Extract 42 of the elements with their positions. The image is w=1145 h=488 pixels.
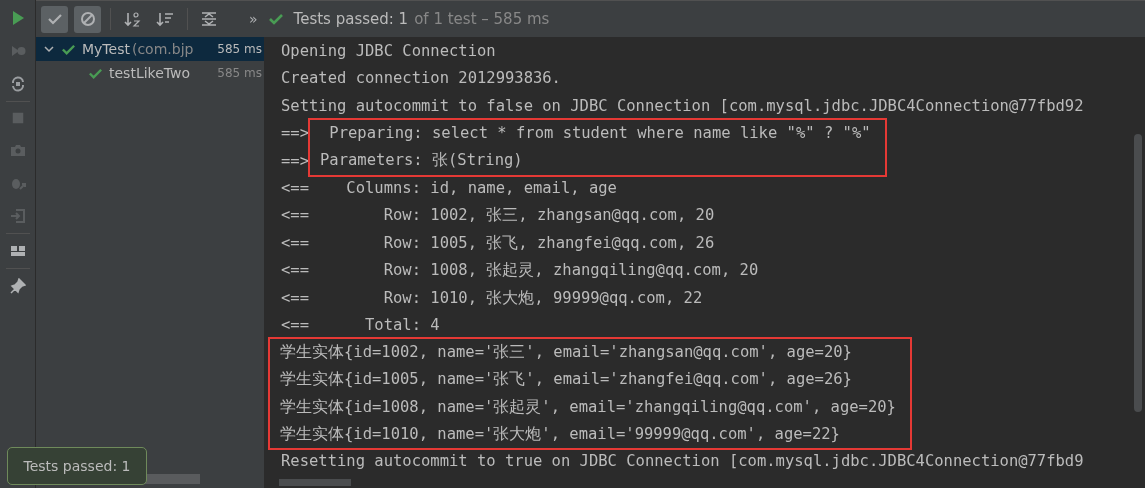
sort-alpha-icon[interactable] <box>124 11 142 27</box>
console-line: Opening JDBC Connection <box>281 41 496 62</box>
console-line: 学生实体{id=1005, name='张飞', email='zhangfei@qq.com', age=26} <box>280 369 852 391</box>
more-button[interactable]: » <box>249 11 258 27</box>
console-line: Parameters: 张(String) <box>320 150 523 172</box>
console-line: Preparing: select * from student where name like "%" ? "%" <box>328 122 871 144</box>
scrollbar[interactable] <box>144 474 200 484</box>
console-line: 学生实体{id=1008, name='张起灵', email='zhangqiling@qq.com', age=20} <box>280 396 896 418</box>
console-prefix: ==> <box>281 123 309 145</box>
stop-icon[interactable] <box>10 111 25 125</box>
console-line: <== Row: 1005, 张飞, zhangfei@qq.com, 26 <box>281 232 715 254</box>
ignored-icon <box>79 11 96 27</box>
expand-all-icon[interactable] <box>201 11 217 27</box>
tooltip: Tests passed: 1 <box>7 447 147 485</box>
layout-icon[interactable] <box>9 243 26 259</box>
console-line: Resetting autocommit to true on JDBC Connection [com.mysql.jdbc.JDBC4Connection@77fbd9 <box>281 450 1084 472</box>
status-detail: of 1 test – 585 ms <box>414 10 550 28</box>
console-line: Created connection 2012993836. <box>281 68 561 90</box>
console-line: 学生实体{id=1010, name='张大炮', email='99999@qq.com', age=22} <box>280 423 840 445</box>
pin-icon[interactable] <box>9 278 26 294</box>
tree-item[interactable]: testLikeTwo 585 ms <box>36 61 264 85</box>
sort-duration-icon[interactable] <box>156 11 174 27</box>
check-icon <box>267 11 284 27</box>
console-line: <== Row: 1002, 张三, zhangsan@qq.com, 20 <box>281 205 715 227</box>
show-ignored-toggle[interactable] <box>74 5 101 33</box>
console-line: 学生实体{id=1002, name='张三', email='zhangsan@qq.com', age=20} <box>280 341 852 363</box>
tree-item[interactable]: MyTest(com.bjp 585 ms <box>36 37 264 61</box>
import-icon[interactable] <box>9 208 26 224</box>
console-line: <== Columns: id, name, email, age <box>281 177 617 199</box>
camera-icon[interactable] <box>9 142 26 158</box>
scrollbar[interactable] <box>1134 134 1142 412</box>
check-icon <box>46 11 63 27</box>
console-line: <== Row: 1010, 张大炮, 99999@qq.com, 22 <box>281 287 703 309</box>
scrollbar[interactable] <box>279 479 351 486</box>
console-line: <== Total: 4 <box>281 314 440 336</box>
console-line: Setting autocommit to false on JDBC Connection [com.mysql.jdbc.JDBC4Connection@77fbd92 <box>281 95 1084 117</box>
console-prefix: ==> <box>281 150 309 172</box>
show-passed-toggle[interactable] <box>41 5 68 33</box>
rerun-icon[interactable] <box>9 76 26 92</box>
status-text: Tests passed: 1 <box>293 10 409 28</box>
console-line: <== Row: 1008, 张起灵, zhangqiling@qq.com, 20 <box>281 260 759 282</box>
chevron-icon <box>43 43 55 55</box>
